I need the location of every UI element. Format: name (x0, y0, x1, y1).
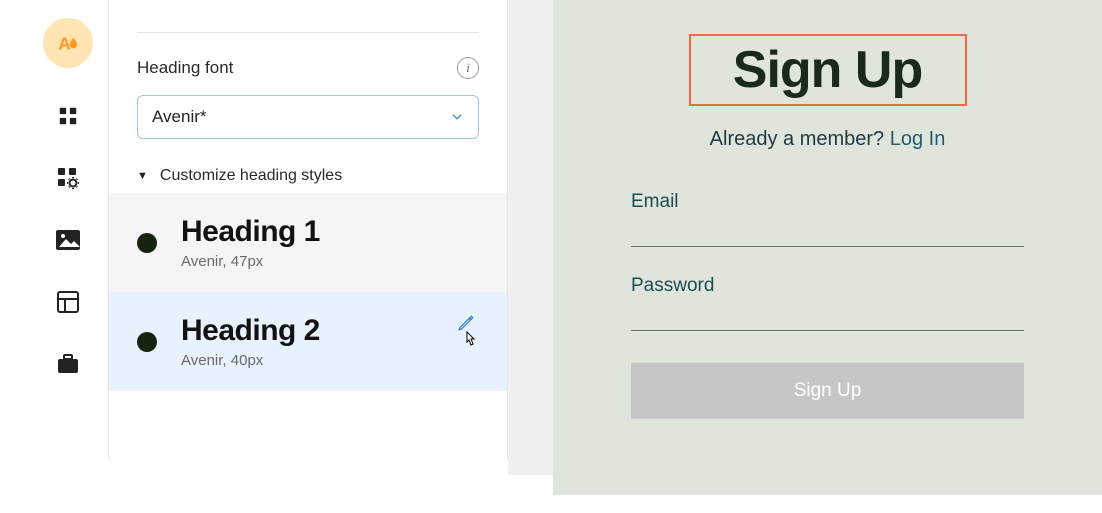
customize-label: Customize heading styles (160, 167, 342, 185)
color-swatch (137, 233, 157, 253)
password-field[interactable] (631, 303, 1024, 331)
heading-style-1[interactable]: Heading 1 Avenir, 47px (109, 193, 507, 292)
tool-rail: A (38, 18, 98, 378)
style-subtitle: Avenir, 47px (181, 253, 320, 270)
chevron-down-icon (450, 110, 464, 124)
settings-grid-icon (56, 166, 80, 190)
info-icon[interactable]: i (457, 57, 479, 79)
heading-style-2[interactable]: Heading 2 Avenir, 40px (109, 292, 507, 391)
briefcase-icon (57, 354, 79, 374)
style-title: Heading 1 (181, 215, 320, 249)
svg-text:A: A (58, 34, 71, 54)
heading-font-label: Heading font (137, 58, 233, 78)
triangle-down-icon: ▼ (137, 170, 148, 182)
grid-icon (57, 105, 79, 127)
grid-button[interactable] (54, 102, 82, 130)
email-label: Email (631, 191, 1024, 213)
cursor-pointer-icon (461, 330, 479, 350)
font-dropdown[interactable]: Avenir* (137, 95, 479, 139)
settings-grid-button[interactable] (54, 164, 82, 192)
preview-gutter (508, 0, 553, 475)
signup-title-selection[interactable]: Sign Up (689, 34, 967, 106)
signup-title: Sign Up (701, 40, 955, 100)
image-button[interactable] (54, 226, 82, 254)
signup-button[interactable]: Sign Up (631, 363, 1024, 419)
login-link[interactable]: Log In (890, 128, 946, 150)
type-drop-icon: A (55, 30, 81, 56)
password-label: Password (631, 275, 1024, 297)
theme-button[interactable]: A (43, 18, 93, 68)
theme-panel: Heading font i Avenir* ▼ Customize headi… (108, 0, 508, 460)
color-swatch (137, 332, 157, 352)
style-subtitle: Avenir, 40px (181, 352, 320, 369)
preview-canvas: Sign Up Already a member? Log In Email P… (553, 0, 1102, 495)
image-icon (56, 230, 80, 250)
section-button[interactable] (54, 288, 82, 316)
style-title: Heading 2 (181, 314, 320, 348)
customize-toggle[interactable]: ▼ Customize heading styles (137, 167, 479, 185)
briefcase-button[interactable] (54, 350, 82, 378)
member-row: Already a member? Log In (553, 128, 1102, 151)
section-icon (57, 291, 79, 313)
member-text: Already a member? (710, 128, 890, 150)
font-dropdown-value: Avenir* (152, 107, 207, 127)
divider (137, 32, 479, 33)
email-field[interactable] (631, 219, 1024, 247)
